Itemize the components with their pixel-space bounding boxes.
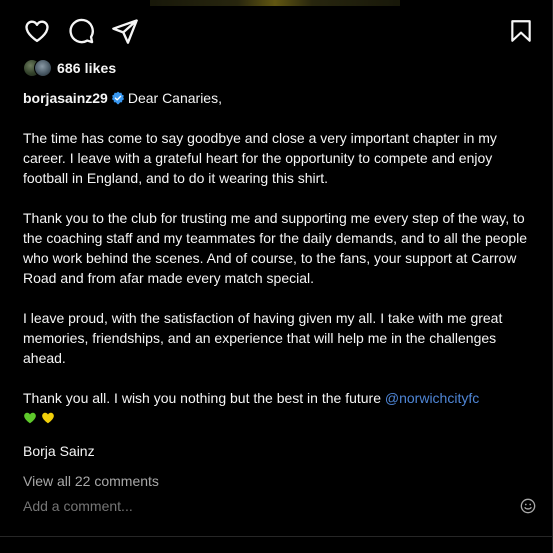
post-username[interactable]: borjasainz29 — [23, 90, 108, 106]
green-heart-emoji — [23, 410, 37, 424]
divider — [0, 536, 553, 537]
view-all-comments-link[interactable]: View all 22 comments — [23, 473, 159, 489]
add-comment-input[interactable] — [23, 498, 503, 514]
bookmark-icon[interactable] — [506, 16, 536, 46]
smiley-icon[interactable] — [520, 498, 538, 516]
yellow-heart-emoji — [41, 410, 55, 424]
post-actions-bar — [22, 16, 536, 48]
verified-badge-icon — [111, 90, 125, 105]
liker-avatar — [34, 59, 52, 77]
caption-paragraph: Thank you to the club for trusting me an… — [23, 210, 528, 286]
media-bottom-edge — [150, 0, 400, 6]
post-panel: 686 likes borjasainz29 Dear Canaries, The… — [0, 0, 553, 553]
mention-link[interactable]: @norwichcityfc — [385, 390, 479, 406]
comment-bubble-icon[interactable] — [66, 16, 96, 46]
caption-signature: Borja Sainz — [23, 443, 95, 459]
caption-paragraph: I leave proud, with the satisfaction of … — [23, 310, 503, 366]
caption-greeting: Dear Canaries, — [127, 90, 222, 106]
add-comment-row — [23, 498, 538, 518]
caption-paragraph: Thank you all. I wish you nothing but th… — [23, 390, 381, 406]
post-caption: borjasainz29 Dear Canaries, The time has … — [23, 88, 535, 428]
likes-count[interactable]: 686 likes — [57, 60, 116, 76]
caption-paragraph: The time has come to say goodbye and clo… — [23, 130, 497, 186]
paper-plane-icon[interactable] — [110, 16, 140, 46]
heart-icon[interactable] — [22, 16, 52, 46]
likes-row[interactable]: 686 likes — [23, 58, 116, 78]
